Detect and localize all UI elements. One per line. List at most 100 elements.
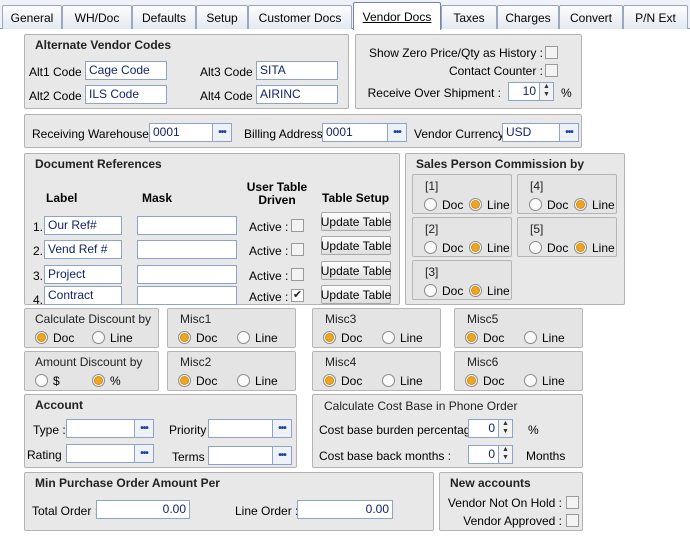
update-table-button[interactable]: Update Table <box>321 212 391 231</box>
cost-base-panel: Calculate Cost Base in Phone Order Cost … <box>312 394 583 468</box>
line-radio[interactable] <box>469 198 482 211</box>
alt2-code-field[interactable]: ILS Code <box>85 85 167 104</box>
doc-ref-mask-input[interactable] <box>137 240 237 259</box>
line-radio-label: Line <box>592 198 615 212</box>
type-input[interactable] <box>66 419 135 438</box>
rating-lookup-button[interactable]: ••• <box>135 444 154 463</box>
line-radio-label: Line <box>592 241 615 255</box>
terms-input[interactable] <box>208 446 273 465</box>
tab-customer-docs[interactable]: Customer Docs <box>248 5 352 29</box>
percent-radio[interactable] <box>92 374 105 387</box>
tab-pn-ext[interactable]: P/N Ext <box>623 5 688 29</box>
update-table-button[interactable]: Update Table <box>321 285 391 304</box>
line-radio-label: Line <box>487 241 510 255</box>
vendor-not-on-hold-checkbox[interactable] <box>566 496 579 509</box>
doc-ref-label-input[interactable]: Our Ref# <box>44 216 122 235</box>
doc-radio[interactable] <box>465 374 478 387</box>
doc-ref-active-checkbox[interactable] <box>291 243 304 256</box>
vendor-currency-lookup-button[interactable]: ••• <box>560 123 579 142</box>
priority-input[interactable] <box>208 419 273 438</box>
col-table-setup-header: Table Setup <box>322 191 390 205</box>
doc-ref-mask-input[interactable] <box>137 286 237 305</box>
line-radio[interactable] <box>92 331 105 344</box>
doc-ref-label-input[interactable]: Contract <box>44 286 122 305</box>
type-lookup-button[interactable]: ••• <box>135 419 154 438</box>
update-table-button[interactable]: Update Table <box>321 261 391 280</box>
line-radio[interactable] <box>524 374 537 387</box>
burden-percentage-spinner[interactable]: ▲ ▼ <box>499 419 513 438</box>
doc-ref-label-input[interactable]: Vend Ref # <box>44 240 122 259</box>
document-references-panel: Document References Label Mask User Tabl… <box>24 153 400 307</box>
active-label: Active : <box>249 290 289 304</box>
doc-radio[interactable] <box>323 374 336 387</box>
doc-radio[interactable] <box>529 198 542 211</box>
back-months-input[interactable]: 0 <box>468 445 499 464</box>
doc-radio[interactable] <box>529 241 542 254</box>
line-radio[interactable] <box>237 374 250 387</box>
tab-setup[interactable]: Setup <box>196 5 248 29</box>
line-order-input[interactable]: 0.00 <box>297 500 393 519</box>
commission-group-5: [5] Doc Line <box>517 217 617 257</box>
commission-group-name: [2] <box>425 222 439 236</box>
line-radio[interactable] <box>382 374 395 387</box>
doc-radio[interactable] <box>35 331 48 344</box>
line-radio[interactable] <box>469 284 482 297</box>
receive-over-spinner[interactable]: ▲ ▼ <box>540 82 554 101</box>
line-radio[interactable] <box>237 331 250 344</box>
priority-lookup-button[interactable]: ••• <box>273 419 292 438</box>
misc3-group: Misc3 Doc Line <box>312 308 441 348</box>
doc-radio[interactable] <box>424 241 437 254</box>
receiving-warehouse-lookup-button[interactable]: ••• <box>213 123 232 142</box>
alt1-code-field[interactable]: Cage Code <box>85 61 167 80</box>
line-radio[interactable] <box>574 241 587 254</box>
line-radio[interactable] <box>382 331 395 344</box>
tab-convert[interactable]: Convert <box>559 5 623 29</box>
doc-ref-active-checkbox[interactable]: ✔ <box>291 289 304 302</box>
terms-label: Terms : <box>172 450 212 464</box>
dollar-radio[interactable] <box>35 374 48 387</box>
doc-radio[interactable] <box>424 284 437 297</box>
receive-over-input[interactable]: 10 <box>508 82 540 101</box>
receiving-warehouse-input[interactable]: 0001 <box>149 123 213 142</box>
tab-vendor-docs[interactable]: Vendor Docs <box>353 2 441 30</box>
update-table-button[interactable]: Update Table <box>321 236 391 255</box>
active-label: Active : <box>249 244 289 258</box>
doc-ref-active-checkbox[interactable] <box>291 219 304 232</box>
doc-radio[interactable] <box>178 374 191 387</box>
show-zero-checkbox[interactable] <box>545 46 558 59</box>
doc-radio-label: Doc <box>341 331 363 345</box>
doc-ref-label-input[interactable]: Project <box>44 265 122 284</box>
billing-address-lookup-button[interactable]: ••• <box>388 123 407 142</box>
calculate-discount-group: Calculate Discount by Doc Line <box>24 308 159 348</box>
tab-general[interactable]: General <box>2 5 62 29</box>
vendor-approved-checkbox[interactable] <box>566 514 579 527</box>
billing-address-input[interactable]: 0001 <box>322 123 388 142</box>
doc-ref-mask-input[interactable] <box>137 265 237 284</box>
doc-ref-mask-input[interactable] <box>137 216 237 235</box>
tab-taxes[interactable]: Taxes <box>441 5 497 29</box>
contact-counter-checkbox[interactable] <box>545 64 558 77</box>
terms-lookup-button[interactable]: ••• <box>273 446 292 465</box>
line-radio[interactable] <box>524 331 537 344</box>
alt3-code-field[interactable]: SITA <box>256 61 338 80</box>
doc-radio[interactable] <box>323 331 336 344</box>
receive-over-unit: % <box>561 86 572 100</box>
tab-defaults[interactable]: Defaults <box>132 5 196 29</box>
rating-input[interactable] <box>66 444 135 463</box>
alt1-label: Alt1 Code : <box>29 65 89 79</box>
line-radio[interactable] <box>574 198 587 211</box>
burden-percentage-input[interactable]: 0 <box>468 419 499 438</box>
cost-base-title: Calculate Cost Base in Phone Order <box>324 399 518 413</box>
line-radio[interactable] <box>469 241 482 254</box>
back-months-spinner[interactable]: ▲ ▼ <box>499 445 513 464</box>
total-order-input[interactable]: 0.00 <box>96 500 190 519</box>
doc-radio[interactable] <box>424 198 437 211</box>
doc-radio[interactable] <box>178 331 191 344</box>
rating-label: Rating : <box>27 448 69 462</box>
vendor-currency-input[interactable]: USD <box>502 123 560 142</box>
tab-charges[interactable]: Charges <box>497 5 559 29</box>
doc-radio[interactable] <box>465 331 478 344</box>
tab-wh-doc[interactable]: WH/Doc <box>62 5 132 29</box>
alt4-code-field[interactable]: AIRINC <box>256 85 338 104</box>
doc-ref-active-checkbox[interactable] <box>291 268 304 281</box>
